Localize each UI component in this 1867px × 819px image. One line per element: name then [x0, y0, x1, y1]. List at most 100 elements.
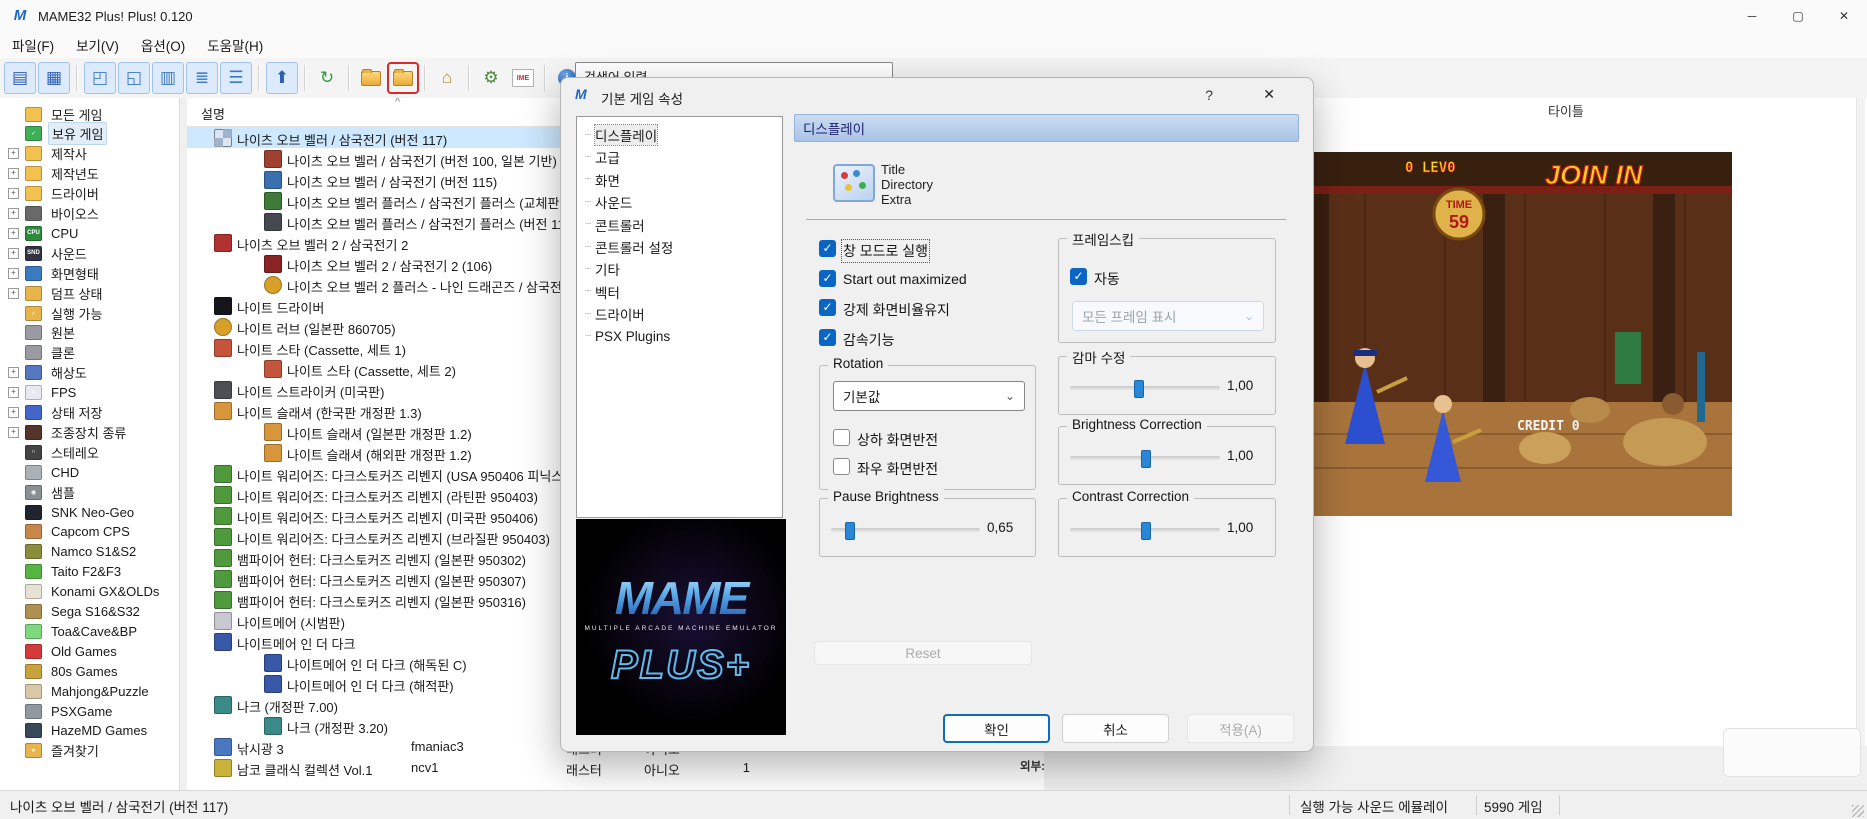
sidebar-item-16[interactable]: +조종장치 종류 — [0, 422, 129, 442]
parent-folder-icon[interactable]: ⬆ — [266, 62, 298, 94]
apply-button[interactable]: 적용(A) — [1187, 714, 1294, 743]
sidebar-item-17[interactable]: ∩스테레오 — [0, 442, 102, 462]
dialog-help-icon[interactable]: ? — [1205, 87, 1213, 103]
sidebar-item-26[interactable]: Toa&Cave&BP — [0, 621, 140, 641]
refresh-icon[interactable]: ↻ — [312, 63, 342, 93]
sidebar-item-28[interactable]: 80s Games — [0, 661, 120, 681]
slider-thumb-3[interactable] — [1141, 522, 1151, 540]
sidebar-item-31[interactable]: HazeMD Games — [0, 721, 150, 741]
slider-track-0[interactable] — [1070, 386, 1220, 390]
dialog-tree-item-0[interactable]: ┈디스플레이 — [577, 125, 657, 145]
slider-track-3[interactable] — [1070, 528, 1220, 532]
close-button[interactable]: ✕ — [1821, 0, 1867, 32]
slider-track-2[interactable] — [831, 528, 980, 532]
frameskip-auto-checkbox[interactable]: ✓ — [1070, 268, 1087, 285]
menu-item-2[interactable]: 옵션(O) — [131, 32, 195, 58]
sidebar-item-18[interactable]: CHD — [0, 462, 82, 482]
sidebar-item-14[interactable]: +∿FPS — [0, 383, 79, 403]
sidebar-item-9[interactable]: +덤프 상태 — [0, 283, 105, 303]
sidebar-item-3[interactable]: +제작년도 — [0, 164, 102, 184]
display-option-0-checkbox[interactable]: ✓ — [819, 240, 836, 257]
interface-options-icon[interactable]: ⚙ — [476, 63, 506, 93]
ok-button[interactable]: 확인 — [943, 714, 1050, 743]
sidebar-item-6[interactable]: +CPUCPU — [0, 223, 81, 243]
slider-track-1[interactable] — [1070, 456, 1220, 460]
ime-icon[interactable]: IME — [508, 63, 538, 93]
menu-item-1[interactable]: 보기(V) — [66, 32, 129, 58]
view-large-icons-icon[interactable]: ▤ — [4, 62, 36, 94]
view-details-icon[interactable]: ≣ — [186, 62, 218, 94]
dialog-tree-item-6[interactable]: ┈기타 — [577, 259, 620, 279]
expand-icon[interactable]: + — [8, 387, 19, 398]
folder-tree-icon[interactable] — [356, 63, 386, 93]
sidebar-item-10[interactable]: ✓실행 가능 — [0, 303, 105, 323]
frameskip-dropdown[interactable]: 모든 프레임 표시⌄ — [1072, 301, 1264, 331]
folder-options-icon[interactable] — [388, 63, 418, 93]
sidebar-item-11[interactable]: 원본 — [0, 323, 78, 343]
view-list-icon[interactable]: ▥ — [152, 62, 184, 94]
flip-horizontal-checkbox[interactable] — [833, 458, 850, 475]
expand-icon[interactable]: + — [8, 148, 19, 159]
dialog-tree-item-7[interactable]: ┈벡터 — [577, 282, 620, 302]
sidebar-item-30[interactable]: PSXGame — [0, 701, 115, 721]
sidebar-item-2[interactable]: +제작사 — [0, 144, 90, 164]
view-icons-icon[interactable]: ◰ — [84, 62, 116, 94]
expand-icon[interactable]: + — [8, 208, 19, 219]
view-grouped-details-icon[interactable]: ☰ — [220, 62, 252, 94]
slider-thumb-1[interactable] — [1141, 450, 1151, 468]
dialog-close-icon[interactable]: ✕ — [1263, 86, 1275, 103]
sidebar-item-0[interactable]: 모든 게임 — [0, 104, 105, 124]
display-option-3-checkbox[interactable]: ✓ — [819, 329, 836, 346]
sidebar-item-5[interactable]: +바이오스 — [0, 204, 102, 224]
expand-icon[interactable]: + — [8, 188, 19, 199]
expand-icon[interactable]: + — [8, 407, 19, 418]
sidebar-item-15[interactable]: +상태 저장 — [0, 403, 105, 423]
rotation-dropdown[interactable]: 기본값⌄ — [833, 381, 1025, 411]
dialog-tree-item-3[interactable]: ┈사운드 — [577, 192, 632, 212]
menu-item-0[interactable]: 파일(F) — [2, 32, 64, 58]
tab-title-screen[interactable]: 타이틀 — [1548, 101, 1584, 120]
sidebar-item-32[interactable]: ★즐겨찾기 — [0, 741, 102, 761]
expand-icon[interactable]: + — [8, 228, 19, 239]
expand-icon[interactable]: + — [8, 168, 19, 179]
dialog-tree-item-1[interactable]: ┈고급 — [577, 147, 620, 167]
column-description[interactable]: 설명 — [201, 104, 225, 123]
view-grouped-icon[interactable]: ▦ — [38, 62, 70, 94]
expand-icon[interactable]: + — [8, 268, 19, 279]
sidebar-item-27[interactable]: Old Games — [0, 641, 120, 661]
minimize-button[interactable]: ─ — [1729, 0, 1775, 32]
expand-icon[interactable]: + — [8, 367, 19, 378]
sidebar-item-8[interactable]: +화면형태 — [0, 263, 102, 283]
sidebar-item-1[interactable]: ✓보유 게임 — [0, 124, 107, 144]
slider-thumb-0[interactable] — [1134, 380, 1144, 398]
display-option-1-checkbox[interactable]: ✓ — [819, 270, 836, 287]
dialog-tree-item-9[interactable]: ┈PSX Plugins — [577, 327, 670, 347]
sidebar-item-22[interactable]: Namco S1&S2 — [0, 542, 139, 562]
dialog-tree-item-2[interactable]: ┈화면 — [577, 170, 620, 190]
sidebar-item-29[interactable]: Mahjong&Puzzle — [0, 681, 152, 701]
cancel-button[interactable]: 취소 — [1062, 714, 1169, 743]
resize-grip[interactable] — [1852, 805, 1864, 817]
dialog-tree-item-8[interactable]: ┈드라이버 — [577, 304, 645, 324]
right-panel-scrollbar[interactable] — [1856, 98, 1865, 746]
expand-icon[interactable]: + — [8, 288, 19, 299]
sidebar-item-23[interactable]: Taito F2&F3 — [0, 562, 124, 582]
home-icon[interactable]: ⌂ — [432, 63, 462, 93]
display-option-2-checkbox[interactable]: ✓ — [819, 299, 836, 316]
dialog-tree-item-4[interactable]: ┈콘트롤러 — [577, 215, 645, 235]
dialog-tree-item-5[interactable]: ┈콘트롤러 설정 — [577, 237, 673, 257]
sidebar-item-25[interactable]: Sega S16&S32 — [0, 602, 143, 622]
sidebar-item-7[interactable]: +SND사운드 — [0, 243, 90, 263]
maximize-button[interactable]: ▢ — [1775, 0, 1821, 32]
expand-icon[interactable]: + — [8, 427, 19, 438]
slider-thumb-2[interactable] — [845, 522, 855, 540]
sidebar-item-19[interactable]: ◉샘플 — [0, 482, 78, 502]
sidebar-item-21[interactable]: Capcom CPS — [0, 522, 133, 542]
flip-vertical-checkbox[interactable] — [833, 429, 850, 446]
sidebar-item-24[interactable]: Konami GX&OLDs — [0, 582, 162, 602]
sidebar-item-4[interactable]: +드라이버 — [0, 184, 102, 204]
view-small-icons-icon[interactable]: ◱ — [118, 62, 150, 94]
sidebar-item-12[interactable]: 클론 — [0, 343, 78, 363]
expand-icon[interactable]: + — [8, 248, 19, 259]
game-row-30[interactable]: 남코 클래식 컬렉션 Vol.1ncv1래스터아니오1 — [187, 757, 1042, 778]
